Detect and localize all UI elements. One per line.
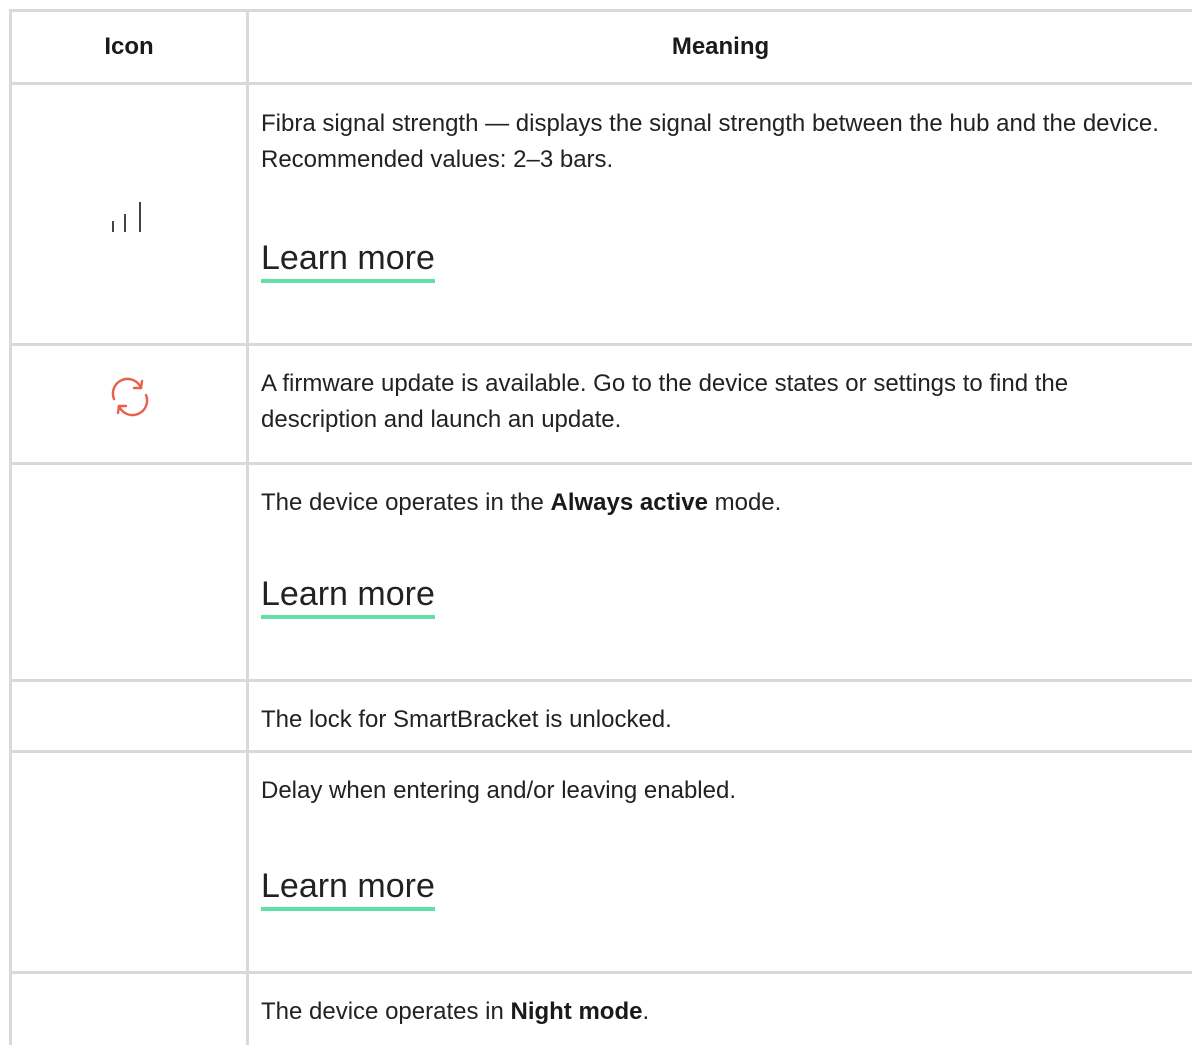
row-divider (9, 462, 1192, 465)
learn-more-link-signal[interactable]: Learn more (261, 238, 435, 283)
row-divider (9, 971, 1192, 974)
table-border-left (9, 9, 12, 1045)
row-divider (9, 679, 1192, 682)
text-segment: mode. (707, 489, 782, 516)
row-lock-description: The lock for SmartBracket is unlocked. (261, 706, 672, 733)
row-always-active-description: The device operates in the Always active… (261, 485, 1171, 521)
header-meaning: Meaning (671, 33, 770, 60)
row-night-mode-description: The device operates in Night mode. (261, 994, 1171, 1030)
learn-more-link-delay[interactable]: Learn more (261, 866, 435, 911)
signal-strength-icon (108, 200, 148, 239)
firmware-update-icon (108, 375, 152, 424)
row-signal-description: Fibra signal strength — displays the sig… (261, 110, 1159, 173)
row-firmware-description: A firmware update is available. Go to th… (261, 370, 1069, 433)
mode-name: Night mode (510, 998, 643, 1025)
row-divider (9, 750, 1192, 753)
text-segment: . (642, 998, 650, 1025)
table-column-divider (246, 9, 249, 1045)
header-icon: Icon (104, 33, 154, 60)
mode-name: Always active (550, 489, 708, 516)
row-delay-description: Delay when entering and/or leaving enabl… (261, 777, 736, 804)
row-divider (9, 343, 1192, 346)
text-segment: The device operates in (261, 998, 511, 1025)
learn-more-link-always-active[interactable]: Learn more (261, 574, 435, 619)
text-segment: The device operates in the (261, 489, 551, 516)
